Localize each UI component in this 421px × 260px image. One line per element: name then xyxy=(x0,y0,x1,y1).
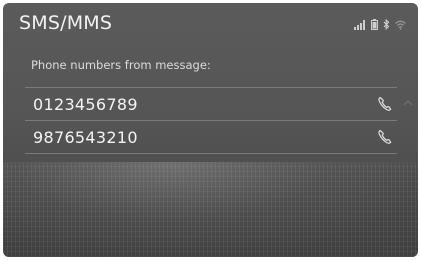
phone-icon[interactable] xyxy=(377,96,393,116)
background-texture xyxy=(3,162,418,257)
scroll-up-chevron-icon[interactable] xyxy=(401,95,415,109)
bluetooth-icon xyxy=(383,15,390,34)
phone-icon[interactable] xyxy=(377,129,393,149)
subtitle: Phone numbers from message: xyxy=(31,58,211,72)
sms-mms-screen: SMS/MMS Phone numbers from message: 0123… xyxy=(3,3,418,257)
list-item[interactable]: 9876543210 xyxy=(25,120,397,154)
battery-icon xyxy=(371,15,378,34)
number-list: 0123456789 9876543210 xyxy=(25,87,397,154)
list-item[interactable]: 0123456789 xyxy=(25,87,397,120)
status-bar xyxy=(354,15,406,34)
phone-number: 0123456789 xyxy=(33,94,138,114)
wifi-icon xyxy=(395,15,406,34)
page-title: SMS/MMS xyxy=(19,12,113,34)
signal-icon xyxy=(354,15,366,34)
phone-number: 9876543210 xyxy=(33,127,138,147)
